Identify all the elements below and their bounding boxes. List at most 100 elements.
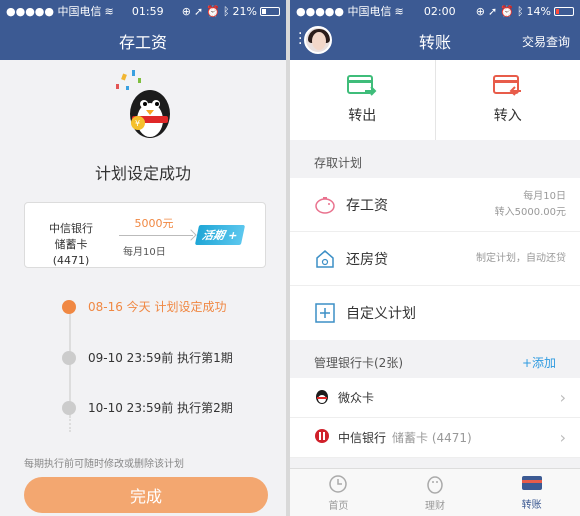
plan-label: 还房贷 — [346, 251, 388, 268]
arrow-line — [119, 235, 193, 236]
left-screen: ●●●●● 中国电信 ≋ 01:59 ⊕ ➚ ⏰ ᛒ 21% 存工资 ¥ 计划设… — [0, 0, 286, 516]
tab-label: 转账 — [521, 499, 542, 511]
done-button[interactable]: 完成 — [24, 477, 268, 513]
clock: 01:59 — [131, 4, 164, 18]
location-icon: ➚ — [194, 4, 204, 18]
piggy-bank-icon — [314, 194, 336, 216]
add-plan-icon — [314, 302, 336, 324]
page-title: 存工资 — [118, 33, 167, 52]
wifi-icon: ≋ — [394, 4, 404, 18]
plan-label: 存工资 — [346, 197, 388, 214]
transfer-actions: 转出 转入 — [290, 60, 580, 140]
plan-meta: 制定计划，自动还贷 — [476, 251, 566, 267]
chevron-right-icon: › — [559, 388, 566, 407]
transfer-amount: 5000元 — [134, 217, 174, 230]
timeline-text: 执行第1期 — [177, 351, 233, 365]
card-in-icon — [492, 75, 521, 96]
alarm-icon: ⏰ — [206, 4, 220, 18]
transfer-out-label: 转出 — [348, 108, 377, 124]
alarm-icon: ⏰ — [500, 4, 514, 18]
tab-finance[interactable]: 理财 — [387, 469, 484, 516]
battery-icon — [554, 6, 574, 16]
timeline-text: 执行第2期 — [177, 401, 233, 415]
tab-home[interactable]: 首页 — [290, 469, 387, 516]
timeline-dot — [62, 299, 76, 314]
plan-row-salary[interactable]: 存工资 每月10日 转入5000.00元 — [290, 178, 580, 232]
penguin-illustration: ¥ — [0, 60, 286, 140]
bluetooth-icon: ᛒ — [516, 4, 524, 18]
carrier-label: ●●●●● 中国电信 — [296, 5, 392, 18]
battery-icon — [260, 6, 280, 16]
webank-logo-icon — [314, 388, 330, 407]
transfer-out-button[interactable]: 转出 — [290, 60, 435, 140]
plan-meta-line: 制定计划，自动还贷 — [476, 252, 566, 264]
card-tab-icon — [521, 475, 542, 490]
card-sub: 储蓄卡 (4471) — [392, 431, 472, 445]
cards-section-header: 管理银行卡(2张) +添加 — [290, 346, 580, 378]
timeline-date: 10-10 23:59前 — [88, 401, 174, 415]
battery-percent: 14% — [526, 4, 551, 18]
card-row-webank[interactable]: 微众卡 › — [290, 378, 580, 418]
timeline-dot — [62, 350, 76, 365]
bank-info: 中信银行 储蓄卡(4471) — [39, 221, 103, 269]
card-number: 储蓄卡(4471) — [52, 238, 90, 267]
timeline-date: 08-16 今天 — [88, 300, 151, 314]
house-icon — [314, 248, 336, 270]
page-title: 转账 — [418, 33, 451, 52]
plan-label: 自定义计划 — [346, 306, 416, 322]
more-icon[interactable]: · · · — [298, 27, 302, 51]
plan-summary-card: 中信银行 储蓄卡(4471) 5000元 每月10日 活期 + — [24, 202, 266, 268]
lock-rotation-icon: ⊕ — [475, 4, 486, 18]
svg-text:¥: ¥ — [135, 119, 140, 128]
clock-icon — [329, 474, 348, 493]
plan-timeline: 08-16 今天 计划设定成功 09-10 23:59前 执行第1期 10-10… — [0, 298, 286, 438]
transfer-in-button[interactable]: 转入 — [434, 60, 580, 140]
transaction-query-link[interactable]: 交易查询 — [522, 33, 570, 50]
citic-logo-icon — [314, 428, 330, 447]
nav-bar: · · · 转账 交易查询 — [290, 22, 580, 60]
nav-bar: 存工资 — [0, 22, 286, 60]
bank-name: 中信银行 — [49, 222, 93, 235]
status-bar: ●●●●● 中国电信 ≋ 02:00 ⊕ ➚ ⏰ ᛒ 14% — [290, 0, 580, 22]
battery-percent: 21% — [232, 4, 257, 18]
tab-label: 首页 — [328, 500, 349, 512]
transfer-in-label: 转入 — [493, 108, 522, 124]
card-name: 中信银行 — [338, 431, 387, 445]
plan-note: 每期执行前可随时修改或删除该计划 — [24, 459, 184, 470]
plan-meta: 每月10日 转入5000.00元 — [495, 189, 566, 221]
card-out-icon — [347, 75, 377, 96]
carrier-label: ●●●●● 中国电信 — [6, 5, 102, 18]
timeline-item: 09-10 23:59前 执行第1期 — [62, 349, 233, 366]
timeline-item: 08-16 今天 计划设定成功 — [62, 298, 227, 315]
plan-row-custom[interactable]: 自定义计划 — [290, 286, 580, 340]
card-row-citic[interactable]: 中信银行 储蓄卡 (4471) › — [290, 418, 580, 458]
tab-bar: 首页 理财 转账 — [290, 468, 580, 516]
tab-label: 理财 — [425, 500, 445, 512]
right-screen: ●●●●● 中国电信 ≋ 02:00 ⊕ ➚ ⏰ ᛒ 14% · · · 转账 交易查… — [290, 0, 580, 516]
plan-list: 存工资 每月10日 转入5000.00元 还房贷 制定计划，自动还贷 自定义计划 — [290, 178, 580, 340]
chevron-right-icon: › — [559, 428, 566, 447]
timeline-dot — [62, 400, 76, 415]
wifi-icon: ≋ — [104, 4, 114, 18]
lock-rotation-icon: ⊕ — [181, 4, 192, 18]
timeline-date: 09-10 23:59前 — [88, 351, 174, 365]
penguin-tab-icon — [427, 475, 443, 494]
bank-card-list: 微众卡 › 中信银行 储蓄卡 (4471) › — [290, 378, 580, 458]
success-title: 计划设定成功 — [94, 164, 191, 183]
confetti-icon — [116, 70, 141, 90]
plan-meta-line: 转入5000.00元 — [494, 206, 566, 218]
timeline-continuation — [69, 416, 71, 432]
plan-section-header: 存取计划 — [290, 146, 580, 178]
transfer-frequency: 每月10日 — [123, 247, 166, 258]
location-icon: ➚ — [488, 4, 498, 18]
plan-section-title: 存取计划 — [314, 155, 363, 170]
status-bar: ●●●●● 中国电信 ≋ 01:59 ⊕ ➚ ⏰ ᛒ 21% — [0, 0, 286, 22]
timeline-text: 计划设定成功 — [154, 300, 227, 314]
avatar[interactable] — [304, 26, 332, 54]
plan-row-mortgage[interactable]: 还房贷 制定计划，自动还贷 — [290, 232, 580, 286]
tab-transfer[interactable]: 转账 — [483, 469, 580, 516]
add-card-link[interactable]: +添加 — [522, 354, 556, 371]
clock: 02:00 — [423, 4, 456, 18]
bluetooth-icon: ᛒ — [222, 4, 230, 18]
cards-section-title: 管理银行卡(2张) — [314, 355, 403, 370]
